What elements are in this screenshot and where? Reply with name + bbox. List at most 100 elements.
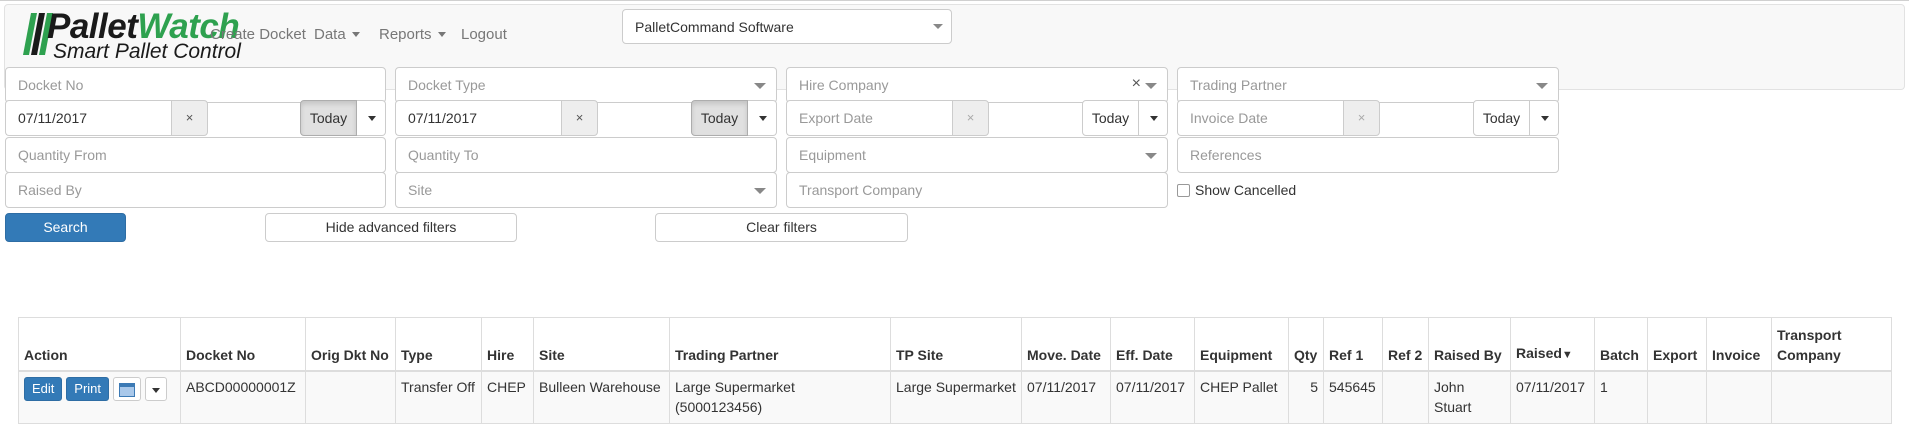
clear-filters-button[interactable]: Clear filters <box>655 213 908 242</box>
eff-date-options-button[interactable] <box>748 100 777 136</box>
col-orig-dkt-no[interactable]: Orig Dkt No <box>305 317 396 372</box>
sort-descending-icon: ▼ <box>1561 348 1573 361</box>
move-date-today-button[interactable]: Today <box>300 100 357 136</box>
edit-button[interactable]: Edit <box>24 376 63 401</box>
chevron-down-icon <box>151 387 160 393</box>
references-input[interactable]: References <box>1177 137 1559 173</box>
chevron-down-icon <box>1145 153 1157 159</box>
cell-raised-by: John Stuart <box>1428 370 1511 424</box>
show-cancelled-checkbox[interactable] <box>1177 184 1190 197</box>
cell-move-date: 07/11/2017 <box>1021 370 1111 424</box>
chevron-down-icon <box>933 24 943 29</box>
table-row: Edit Print ABCD00000001Z Transfer Off CH… <box>18 370 1892 424</box>
cell-equipment: CHEP Pallet <box>1194 370 1289 424</box>
col-action: Action <box>18 317 181 372</box>
cell-eff-date: 07/11/2017 <box>1110 370 1195 424</box>
chevron-down-icon <box>754 83 766 89</box>
col-trading-partner[interactable]: Trading Partner <box>669 317 891 372</box>
nav-data-menu[interactable]: Data <box>314 26 360 43</box>
invoice-date-clear-button[interactable]: × <box>1343 100 1380 136</box>
search-button[interactable]: Search <box>5 213 126 242</box>
cell-invoice <box>1706 370 1772 424</box>
cell-export <box>1647 370 1707 424</box>
move-date-options-button[interactable] <box>357 100 386 136</box>
col-batch[interactable]: Batch <box>1594 317 1648 372</box>
site-select[interactable]: Site <box>395 172 777 208</box>
col-ref2[interactable]: Ref 2 <box>1382 317 1429 372</box>
show-cancelled-label[interactable]: Show Cancelled <box>1195 182 1296 198</box>
col-raised-label: Raised <box>1516 344 1562 361</box>
export-date-options-button[interactable] <box>1139 100 1168 136</box>
cell-docket-no[interactable]: ABCD00000001Z <box>180 370 306 424</box>
invoice-date-today-button[interactable]: Today <box>1473 100 1530 136</box>
eff-date-clear-button[interactable]: × <box>561 100 598 136</box>
row-options-button[interactable] <box>144 376 167 401</box>
cell-ref2 <box>1382 370 1429 424</box>
cell-ref1: 545645 <box>1323 370 1383 424</box>
col-qty[interactable]: Qty <box>1288 317 1324 372</box>
move-date-input[interactable]: 07/11/2017 <box>5 100 172 136</box>
print-button[interactable]: Print <box>66 376 110 401</box>
chevron-down-icon <box>1150 116 1158 121</box>
nav-reports-menu[interactable]: Reports <box>379 26 446 43</box>
calendar-icon <box>118 382 135 397</box>
company-select-value: PalletCommand Software <box>635 19 794 35</box>
col-raised-by[interactable]: Raised By <box>1428 317 1511 372</box>
cell-tp-site: Large Supermarket <box>890 370 1022 424</box>
quantity-to-input[interactable]: Quantity To <box>395 137 777 173</box>
eff-date-today-button[interactable]: Today <box>691 100 748 136</box>
export-date-today-button[interactable]: Today <box>1082 100 1139 136</box>
cell-type: Transfer Off <box>395 370 482 424</box>
cell-qty: 5 <box>1288 370 1324 424</box>
hide-advanced-filters-button[interactable]: Hide advanced filters <box>265 213 517 242</box>
chevron-down-icon <box>754 188 766 194</box>
col-raised[interactable]: Raised▼ <box>1510 317 1595 372</box>
chevron-down-icon <box>1536 83 1548 89</box>
clear-icon[interactable]: × <box>1132 76 1141 92</box>
col-export[interactable]: Export <box>1647 317 1707 372</box>
chevron-down-icon <box>1145 83 1157 89</box>
col-type[interactable]: Type <box>395 317 482 372</box>
chevron-down-icon <box>437 32 446 37</box>
docket-no-input[interactable]: Docket No <box>5 67 386 103</box>
invoice-date-input[interactable]: Invoice Date <box>1177 100 1344 136</box>
raised-by-input[interactable]: Raised By <box>5 172 386 208</box>
nav-logout[interactable]: Logout <box>461 26 507 43</box>
equipment-select[interactable]: Equipment <box>786 137 1168 173</box>
nav-create-docket[interactable]: Create Docket <box>210 26 306 43</box>
col-tp-site[interactable]: TP Site <box>890 317 1022 372</box>
cell-batch: 1 <box>1594 370 1648 424</box>
invoice-date-options-button[interactable] <box>1530 100 1559 136</box>
chevron-down-icon <box>1541 116 1549 121</box>
cell-orig-dkt-no <box>305 370 396 424</box>
transport-company-input[interactable]: Transport Company <box>786 172 1168 208</box>
col-eff-date[interactable]: Eff. Date <box>1110 317 1195 372</box>
docket-type-select[interactable]: Docket Type <box>395 67 777 103</box>
row-actions: Edit Print <box>18 370 181 424</box>
col-docket-no[interactable]: Docket No <box>180 317 306 372</box>
brand-subtitle: Smart Pallet Control <box>53 40 241 63</box>
calendar-button[interactable] <box>112 376 141 401</box>
cell-site: Bulleen Warehouse <box>533 370 670 424</box>
eff-date-input[interactable]: 07/11/2017 <box>395 100 562 136</box>
col-move-date[interactable]: Move. Date <box>1021 317 1111 372</box>
cell-hire: CHEP <box>481 370 534 424</box>
col-site[interactable]: Site <box>533 317 670 372</box>
col-transport-company[interactable]: Transport Company <box>1771 317 1892 372</box>
hire-company-select[interactable]: Hire Company × <box>786 67 1168 103</box>
col-ref1[interactable]: Ref 1 <box>1323 317 1383 372</box>
col-equipment[interactable]: Equipment <box>1194 317 1289 372</box>
chevron-down-icon <box>759 116 767 121</box>
col-hire[interactable]: Hire <box>481 317 534 372</box>
export-date-clear-button[interactable]: × <box>952 100 989 136</box>
cell-transport-company <box>1771 370 1892 424</box>
export-date-input[interactable]: Export Date <box>786 100 953 136</box>
move-date-clear-button[interactable]: × <box>171 100 208 136</box>
trading-partner-select[interactable]: Trading Partner <box>1177 67 1559 103</box>
cell-raised: 07/11/2017 <box>1510 370 1595 424</box>
chevron-down-icon <box>368 116 376 121</box>
col-invoice[interactable]: Invoice <box>1706 317 1772 372</box>
table-header-row: Action Docket No Orig Dkt No Type Hire S… <box>18 317 1892 372</box>
quantity-from-input[interactable]: Quantity From <box>5 137 386 173</box>
company-select[interactable]: PalletCommand Software <box>622 9 952 44</box>
